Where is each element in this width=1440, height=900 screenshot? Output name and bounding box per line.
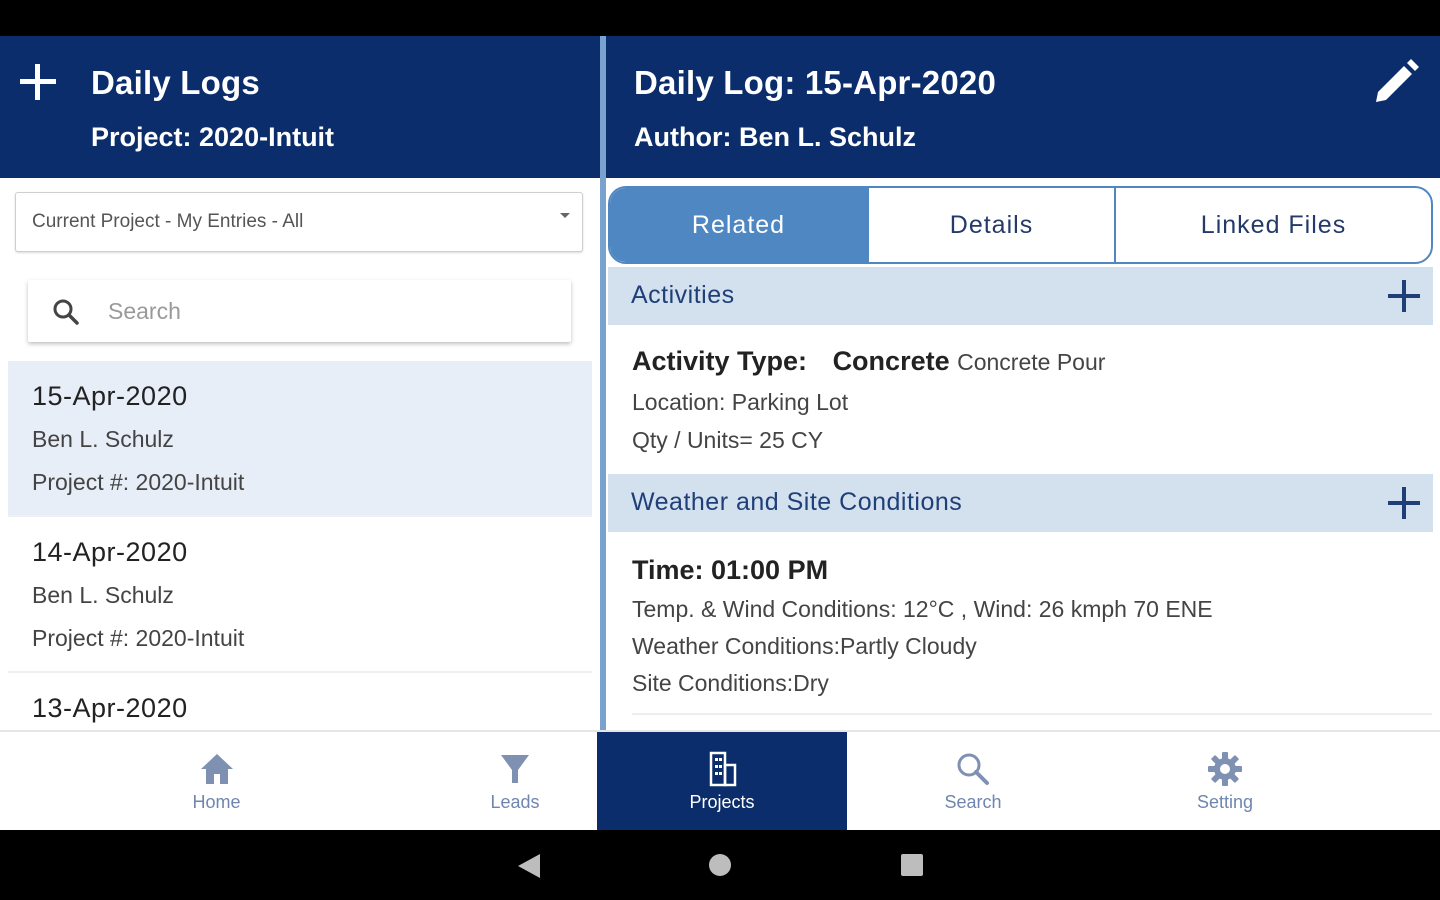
activity-type-detail: Concrete Pour [957,349,1106,375]
nav-label: Projects [689,791,755,812]
nav-projects[interactable]: Projects [597,732,847,830]
weather-time: Time: 01:00 PM [632,555,829,585]
weather-conditions: Weather Conditions:Partly Cloudy [632,633,977,659]
add-log-icon[interactable] [18,62,58,102]
log-list: 15-Apr-2020 Ben L. Schulz Project #: 202… [8,361,592,730]
tab-related[interactable]: Related [610,188,869,262]
activity-qty: Qty / Units= 25 CY [632,427,824,453]
search-bar[interactable] [28,280,571,342]
search-icon [53,299,79,325]
author-subtitle: Author: Ben L. Schulz [634,122,916,152]
section-title: Weather and Site Conditions [631,488,963,516]
recents-icon[interactable] [900,853,924,877]
list-item[interactable]: 13-Apr-2020 [8,673,592,730]
log-date: 14-Apr-2020 [32,537,188,567]
search-input[interactable] [108,292,548,330]
bottom-nav: Home Leads Projects Search Setting [0,730,1440,830]
activities-section-header: Activities [608,267,1433,325]
list-item[interactable]: 14-Apr-2020 Ben L. Schulz Project #: 202… [8,517,592,673]
add-activity-icon[interactable] [1387,279,1421,313]
nav-leads[interactable]: Leads [433,732,597,830]
nav-label: Leads [490,791,540,812]
site-conditions: Site Conditions:Dry [632,670,829,696]
temp-wind-conditions: Temp. & Wind Conditions: 12°C , Wind: 26… [632,596,1213,622]
filter-value: Current Project - My Entries - All [32,211,304,232]
tab-linked-files[interactable]: Linked Files [1116,188,1431,262]
add-weather-icon[interactable] [1387,486,1421,520]
home-icon [200,753,233,784]
log-detail-panel: Related Details Linked Files Activities … [606,178,1440,730]
activity-type-label: Activity Type: [632,346,808,376]
nav-home[interactable]: Home [0,732,433,830]
nav-setting[interactable]: Setting [1099,732,1351,830]
activity-type: Activity Type: Concrete Concrete Pour [632,346,1105,377]
section-title: Activities [631,281,735,309]
list-item[interactable]: 15-Apr-2020 Ben L. Schulz Project #: 202… [8,361,592,517]
log-date: 13-Apr-2020 [32,693,188,723]
funnel-icon [501,754,529,783]
system-nav-bar [0,830,1440,900]
log-author: Ben L. Schulz [32,426,174,452]
nav-label: Search [944,791,1002,812]
tab-details[interactable]: Details [869,188,1116,262]
detail-header: Daily Log: 15-Apr-2020 Author: Ben L. Sc… [606,36,1440,178]
nav-label: Home [192,791,241,812]
filter-dropdown[interactable]: Current Project - My Entries - All [15,192,583,252]
nav-label: Setting [1196,791,1254,812]
log-project: Project #: 2020-Intuit [32,469,245,495]
activity-location: Location: Parking Lot [632,389,849,415]
list-header: Daily Logs Project: 2020-Intuit [0,36,600,178]
divider [632,713,1432,715]
back-icon[interactable] [516,852,542,880]
log-date: 15-Apr-2020 [32,381,188,411]
chevron-down-icon [560,213,570,218]
building-icon [709,751,737,786]
log-list-panel: Current Project - My Entries - All 15-Ap… [0,178,600,730]
status-bar [0,0,1440,36]
detail-title: Daily Log: 15-Apr-2020 [634,64,997,101]
detail-tabs: Related Details Linked Files [608,186,1433,264]
gear-icon [1208,751,1242,786]
log-author: Ben L. Schulz [32,582,174,608]
project-subtitle: Project: 2020-Intuit [91,122,335,152]
weather-section-header: Weather and Site Conditions [608,474,1433,532]
page-title: Daily Logs [91,64,260,101]
activity-type-value: Concrete [832,346,950,376]
home-circle-icon[interactable] [707,852,733,878]
search-icon [957,753,989,785]
log-project: Project #: 2020-Intuit [32,625,245,651]
nav-search[interactable]: Search [847,732,1099,830]
pencil-icon[interactable] [1370,56,1422,108]
